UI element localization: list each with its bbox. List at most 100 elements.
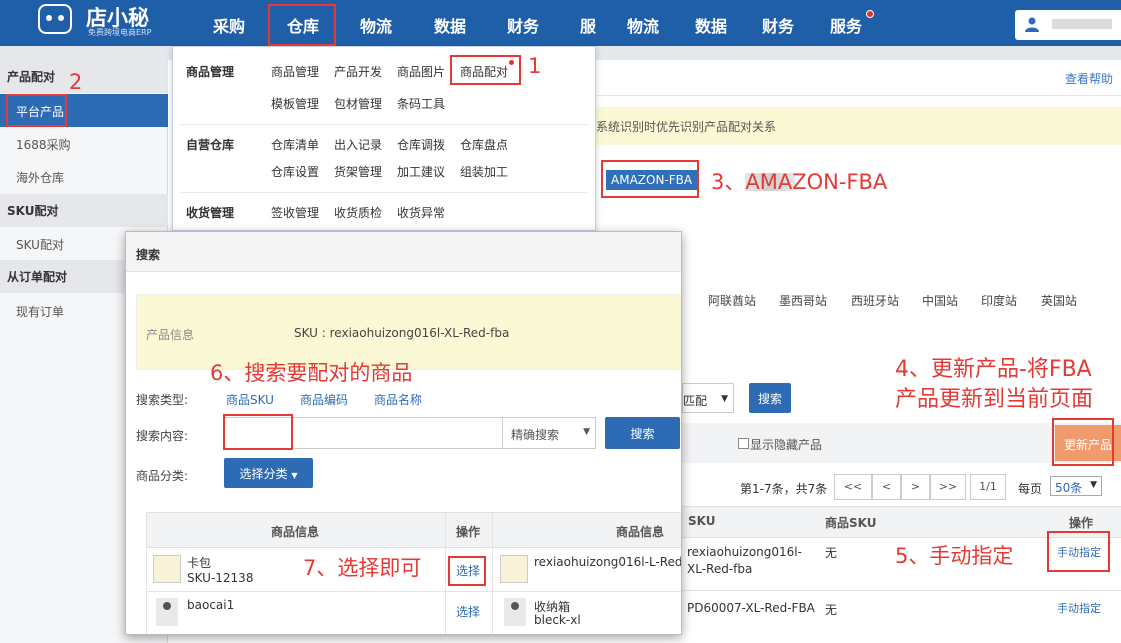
site-tab-india[interactable]: 印度站 — [981, 292, 1017, 309]
site-tab-uk[interactable]: 英国站 — [1041, 292, 1077, 309]
menu-item-product-management[interactable]: 商品管理 — [271, 63, 319, 80]
search-type-product-sku[interactable]: 商品SKU — [226, 391, 274, 408]
sidebar-item-1688-purchase[interactable]: 1688采购 — [0, 127, 168, 160]
divider — [596, 95, 1121, 96]
column-divider — [445, 512, 446, 634]
search-type-product-name[interactable]: 商品名称 — [374, 391, 422, 408]
search-content-label: 搜索内容: — [136, 429, 189, 443]
app-logo-subtitle: 免费跨境电商ERP — [88, 28, 152, 37]
nav-finance[interactable]: 财务 — [507, 13, 539, 37]
list-search-button[interactable]: 搜索 — [749, 383, 791, 413]
menu-group-product-management: 商品管理 — [186, 65, 235, 79]
match-status-select[interactable]: 匹配 ▼ — [682, 383, 734, 413]
row-1-product-sku: 无 — [825, 546, 838, 560]
dialog-col-action: 操作 — [456, 525, 481, 539]
nav-service-truncated[interactable]: 服 — [580, 13, 596, 37]
menu-item-template-management[interactable]: 模板管理 — [271, 95, 319, 112]
site-tab-china[interactable]: 中国站 — [922, 292, 958, 309]
row-divider — [146, 591, 681, 592]
pager-prev-button[interactable]: < — [872, 474, 901, 500]
show-hidden-label: 显示隐藏产品 — [750, 438, 823, 452]
annotation-step-4-line-1: 4、更新产品-将FBA — [895, 357, 1092, 382]
menu-item-stocktaking[interactable]: 仓库盘点 — [460, 136, 508, 153]
site-tab-uae[interactable]: 阿联酋站 — [708, 292, 756, 309]
product-thumbnail — [153, 555, 181, 583]
row-2-product-sku: 无 — [825, 603, 838, 617]
product-info-label: 产品信息 — [146, 328, 195, 342]
per-page-select[interactable]: 50条 ▼ — [1050, 476, 1102, 496]
annotation-step-3: 3、AMAZON-FBA — [711, 170, 888, 194]
menu-item-barcode-tool[interactable]: 条码工具 — [397, 95, 445, 112]
site-tab-mexico[interactable]: 墨西哥站 — [779, 292, 827, 309]
nav-logistics[interactable]: 物流 — [360, 13, 392, 37]
nav-purchase[interactable]: 采购 — [213, 13, 245, 37]
row-2-manual-assign-link[interactable]: 手动指定 — [1057, 600, 1101, 617]
row-1-product-name: 卡包 — [187, 556, 212, 570]
per-page-label: 每页 — [1018, 482, 1043, 496]
menu-item-assembly[interactable]: 组装加工 — [460, 163, 508, 180]
menu-divider — [180, 192, 588, 193]
nav-service[interactable]: 服务 — [830, 13, 862, 37]
dialog-col-product-info: 商品信息 — [271, 525, 320, 539]
annotation-box-amazon-fba — [601, 160, 699, 198]
nav-data[interactable]: 数据 — [434, 13, 466, 37]
sidebar-group-sku-match: SKU配对 — [0, 194, 168, 227]
annotation-box-warehouse — [268, 4, 336, 46]
column-divider — [492, 512, 493, 634]
product-thumbnail — [500, 555, 528, 583]
menu-item-sign-management[interactable]: 签收管理 — [271, 204, 319, 221]
row-2-right-product-sku: bleck-xl — [534, 613, 581, 627]
search-type-product-code[interactable]: 商品编码 — [300, 391, 348, 408]
row-2-select-link[interactable]: 选择 — [456, 603, 480, 620]
menu-item-product-images[interactable]: 商品图片 — [397, 63, 445, 80]
menu-item-receiving-qc[interactable]: 收货质检 — [334, 204, 382, 221]
pager-next-button[interactable]: > — [901, 474, 930, 500]
robot-logo-icon — [38, 4, 72, 34]
caret-down-icon: ▼ — [721, 394, 728, 404]
annotation-step-1: 1 — [528, 54, 542, 78]
annotation-step-7: 7、选择即可 — [303, 556, 422, 580]
menu-item-shelf-management[interactable]: 货架管理 — [334, 163, 382, 180]
menu-item-receiving-exception[interactable]: 收货异常 — [397, 204, 445, 221]
menu-item-product-development[interactable]: 产品开发 — [334, 63, 382, 80]
dialog-search-button[interactable]: 搜索 — [605, 417, 680, 449]
nav-finance-2[interactable]: 财务 — [762, 13, 794, 37]
annotation-box-select — [448, 556, 486, 586]
user-icon — [1025, 17, 1039, 32]
menu-item-processing-advice[interactable]: 加工建议 — [397, 163, 445, 180]
select-category-button[interactable]: 选择分类 ▼ — [224, 458, 313, 488]
dialog-title: 搜索 — [126, 232, 681, 272]
sidebar-item-overseas-warehouse[interactable]: 海外仓库 — [0, 160, 168, 193]
show-hidden-checkbox[interactable] — [738, 438, 749, 449]
site-tab-spain[interactable]: 西班牙站 — [851, 292, 899, 309]
annotation-step-5: 5、手动指定 — [895, 544, 1014, 568]
category-label: 商品分类: — [136, 469, 189, 483]
match-mode-select[interactable]: 精确搜索 ▼ — [502, 417, 596, 449]
per-page-value: 50条 — [1055, 481, 1083, 495]
row-2-product-name: baocai1 — [187, 598, 235, 612]
product-info-sku: SKU : rexiaohuizong016l-XL-Red-fba — [294, 326, 510, 340]
sidebar-group-product-match: 产品配对 — [0, 60, 168, 93]
pager-first-button[interactable]: << — [834, 474, 872, 500]
nav-logistics-2[interactable]: 物流 — [627, 13, 659, 37]
search-type-label: 搜索类型: — [136, 393, 189, 407]
help-link[interactable]: 查看帮助 — [1065, 70, 1113, 87]
caret-down-icon: ▼ — [1090, 480, 1097, 490]
nav-data-2[interactable]: 数据 — [695, 13, 727, 37]
row-1-product-sku: SKU-12138 — [187, 571, 254, 585]
annotation-box-manual-assign — [1047, 531, 1110, 572]
pager-info: 第1-7条，共7条 — [740, 482, 828, 496]
annotation-box-update-products — [1052, 418, 1114, 466]
col-header-sku: SKU — [688, 514, 716, 528]
annotation-step-6: 6、搜索要配对的商品 — [210, 361, 413, 385]
product-thumbnail — [504, 598, 526, 626]
pager-last-button[interactable]: >> — [930, 474, 966, 500]
menu-item-packaging-management[interactable]: 包材管理 — [334, 95, 382, 112]
product-thumbnail — [156, 598, 178, 626]
select-category-label: 选择分类 — [239, 467, 288, 481]
menu-item-inout-records[interactable]: 出入记录 — [334, 136, 382, 153]
menu-item-warehouse-transfer[interactable]: 仓库调拨 — [397, 136, 445, 153]
menu-item-warehouse-settings[interactable]: 仓库设置 — [271, 163, 319, 180]
menu-item-warehouse-list[interactable]: 仓库清单 — [271, 136, 319, 153]
notification-dot — [866, 10, 874, 18]
